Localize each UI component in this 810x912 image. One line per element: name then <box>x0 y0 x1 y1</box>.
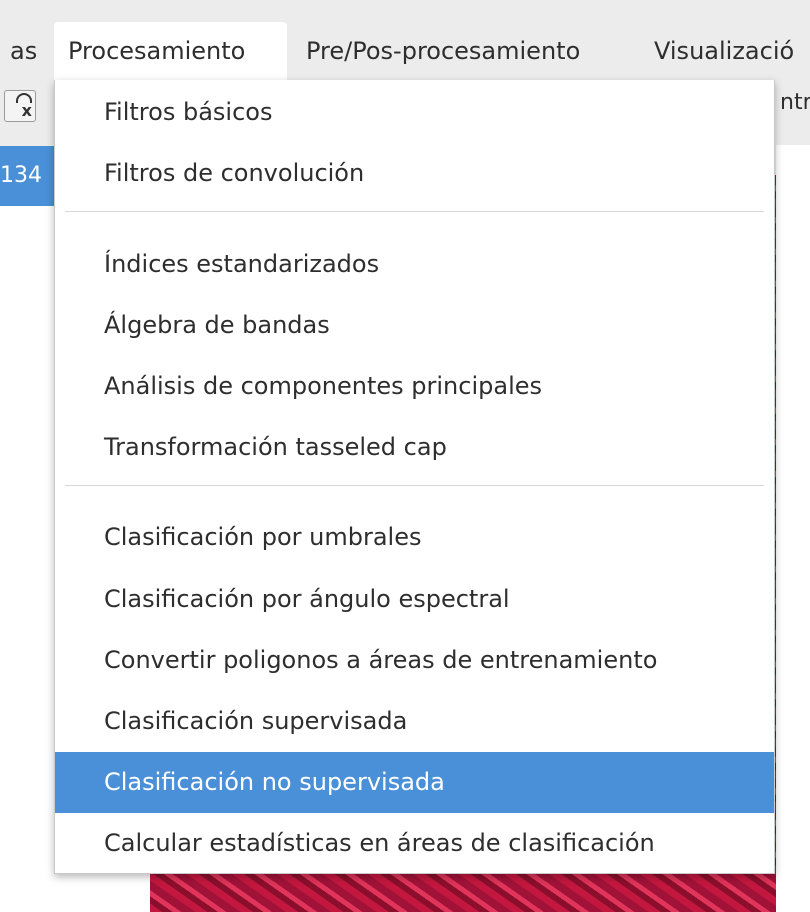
menu-item-filtros-basicos[interactable]: Filtros básicos <box>55 82 774 143</box>
menu-item-calcular-estadisticas[interactable]: Calcular estadísticas en áreas de clasif… <box>55 813 774 874</box>
menu-item-componentes-principales[interactable]: Análisis de componentes principales <box>55 356 774 417</box>
menu-item-indices-estandarizados[interactable]: Índices estandarizados <box>55 234 774 295</box>
menubar-item-pre-pos-procesamiento[interactable]: Pre/Pos-procesamiento <box>292 22 594 80</box>
menu-item-tasseled-cap[interactable]: Transformación tasseled cap <box>55 417 774 478</box>
menu-item-convertir-poligonos[interactable]: Convertir poligonos a áreas de entrenami… <box>55 630 774 691</box>
menu-item-clasificacion-umbrales[interactable]: Clasificación por umbrales <box>55 507 774 568</box>
procesamiento-dropdown-menu: Filtros básicos Filtros de convolución Í… <box>54 80 775 874</box>
menu-separator <box>65 485 764 486</box>
right-side-panel <box>776 145 810 912</box>
menu-item-clasificacion-supervisada[interactable]: Clasificación supervisada <box>55 691 774 752</box>
menubar: as Procesamiento Pre/Pos-procesamiento V… <box>0 0 810 80</box>
menu-item-algebra-bandas[interactable]: Álgebra de bandas <box>55 295 774 356</box>
toolbar-partial-label: ntr <box>780 90 810 115</box>
menubar-item-herramientas[interactable]: as <box>0 22 51 80</box>
menubar-item-procesamiento[interactable]: Procesamiento <box>54 22 287 80</box>
menu-item-clasificacion-angulo-espectral[interactable]: Clasificación por ángulo espectral <box>55 569 774 630</box>
menu-separator <box>65 211 764 212</box>
menubar-item-visualizacion[interactable]: Visualizació <box>640 22 808 80</box>
function-fx-icon[interactable]: x <box>4 90 36 122</box>
menu-item-filtros-convolucion[interactable]: Filtros de convolución <box>55 143 774 204</box>
menu-item-clasificacion-no-supervisada[interactable]: Clasificación no supervisada <box>55 752 774 813</box>
layer-tree-selected-item[interactable]: 134 <box>0 146 54 206</box>
